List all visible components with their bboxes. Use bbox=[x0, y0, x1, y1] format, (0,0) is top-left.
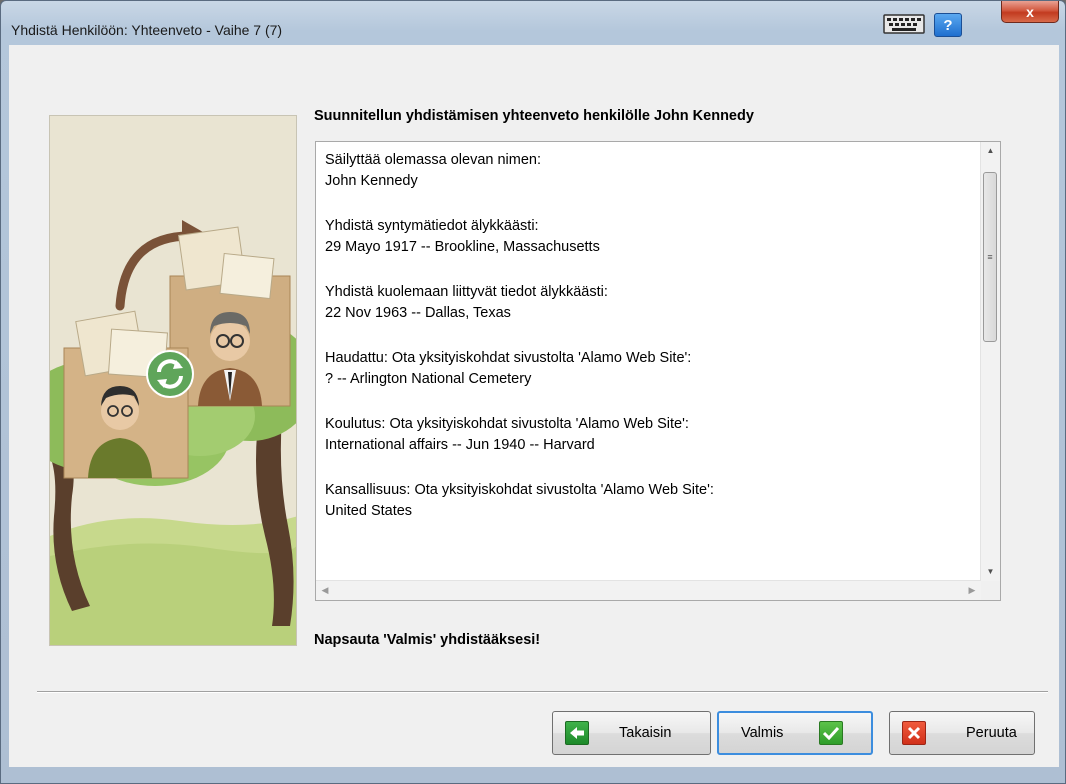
summary-value: 29 Mayo 1917 -- Brookline, Massachusetts bbox=[325, 239, 600, 255]
scroll-down-icon[interactable]: ▼ bbox=[981, 563, 1000, 581]
finish-button[interactable]: Valmis bbox=[717, 711, 873, 755]
summary-label: Haudattu: Ota yksityiskohdat sivustolta … bbox=[325, 350, 692, 366]
grip-icon: ≡ bbox=[987, 252, 993, 262]
summary-value: United States bbox=[325, 503, 413, 519]
summary-label: Koulutus: Ota yksityiskohdat sivustolta … bbox=[325, 416, 689, 432]
summary-label: Yhdistä kuolemaan liittyvät tiedot älykk… bbox=[325, 284, 608, 300]
merge-illustration-image bbox=[50, 116, 296, 645]
scroll-up-icon[interactable]: ▲ bbox=[981, 142, 1000, 160]
help-icon: ? bbox=[943, 16, 953, 34]
button-separator bbox=[37, 691, 1048, 693]
finish-button-label: Valmis bbox=[741, 725, 784, 741]
summary-heading: Suunnitellun yhdistämisen yhteenveto hen… bbox=[314, 108, 754, 124]
finish-instruction: Napsauta 'Valmis' yhdistääksesi! bbox=[314, 632, 541, 648]
summary-content: Säilyttää olemassa olevan nimen: John Ke… bbox=[325, 150, 978, 578]
back-arrow-icon bbox=[565, 721, 589, 745]
title-bar: Yhdistä Henkilöön: Yhteenveto - Vaihe 7 … bbox=[1, 1, 1065, 45]
summary-block-name: Säilyttää olemassa olevan nimen: John Ke… bbox=[325, 150, 978, 192]
cancel-button-label: Peruuta bbox=[966, 725, 1017, 741]
back-button-label: Takaisin bbox=[619, 725, 672, 741]
summary-block-nationality: Kansallisuus: Ota yksityiskohdat sivusto… bbox=[325, 480, 978, 522]
summary-value: 22 Nov 1963 -- Dallas, Texas bbox=[325, 305, 511, 321]
summary-value: John Kennedy bbox=[325, 173, 418, 189]
merge-illustration bbox=[49, 115, 297, 646]
dialog-content: Suunnitellun yhdistämisen yhteenveto hen… bbox=[9, 45, 1059, 767]
checkmark-icon bbox=[819, 721, 844, 745]
summary-value: International affairs -- Jun 1940 -- Har… bbox=[325, 437, 595, 453]
close-button[interactable]: x bbox=[1001, 1, 1059, 23]
summary-block-burial: Haudattu: Ota yksityiskohdat sivustolta … bbox=[325, 348, 978, 390]
summary-block-birth: Yhdistä syntymätiedot älykkäästi: 29 May… bbox=[325, 216, 978, 258]
scroll-right-icon[interactable]: ▶ bbox=[963, 581, 981, 600]
summary-block-death: Yhdistä kuolemaan liittyvät tiedot älykk… bbox=[325, 282, 978, 324]
back-button[interactable]: Takaisin bbox=[552, 711, 711, 755]
keyboard-button[interactable] bbox=[882, 13, 926, 35]
close-icon: x bbox=[1026, 3, 1034, 20]
vertical-scrollbar[interactable]: ▲ ≡ ▼ bbox=[980, 142, 1000, 581]
scroll-left-icon[interactable]: ◀ bbox=[316, 581, 334, 600]
summary-label: Yhdistä syntymätiedot älykkäästi: bbox=[325, 218, 539, 234]
summary-label: Kansallisuus: Ota yksityiskohdat sivusto… bbox=[325, 482, 714, 498]
horizontal-scrollbar[interactable]: ◀ ▶ bbox=[316, 580, 981, 600]
window-title: Yhdistä Henkilöön: Yhteenveto - Vaihe 7 … bbox=[11, 22, 283, 38]
cancel-x-icon bbox=[902, 721, 926, 745]
summary-block-education: Koulutus: Ota yksityiskohdat sivustolta … bbox=[325, 414, 978, 456]
summary-label: Säilyttää olemassa olevan nimen: bbox=[325, 152, 542, 168]
summary-text-area[interactable]: Säilyttää olemassa olevan nimen: John Ke… bbox=[315, 141, 1001, 601]
scroll-corner bbox=[981, 581, 1000, 600]
summary-value: ? -- Arlington National Cemetery bbox=[325, 371, 532, 387]
cancel-button[interactable]: Peruuta bbox=[889, 711, 1035, 755]
keyboard-icon bbox=[883, 14, 925, 34]
vertical-scroll-thumb[interactable]: ≡ bbox=[983, 172, 997, 342]
merge-dialog-window: Yhdistä Henkilöön: Yhteenveto - Vaihe 7 … bbox=[0, 0, 1066, 784]
help-button[interactable]: ? bbox=[934, 13, 962, 37]
